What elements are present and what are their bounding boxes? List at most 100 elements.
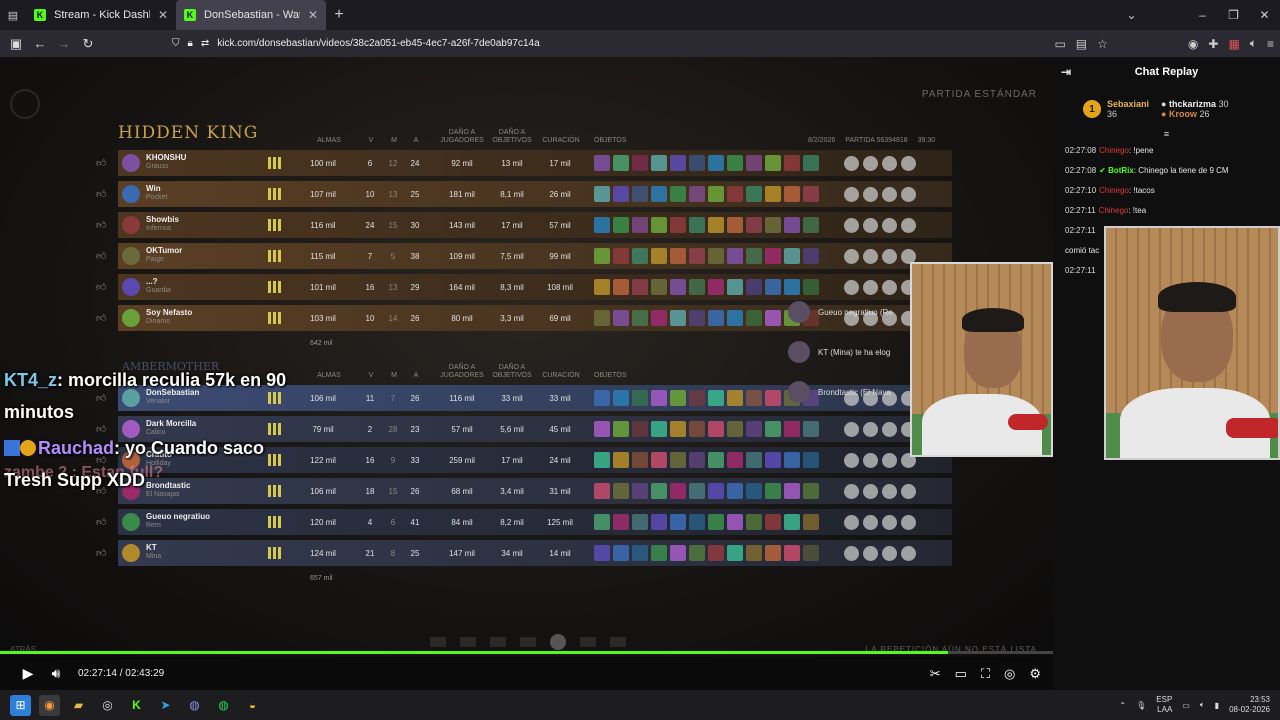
replay-prev-icon[interactable]: [430, 637, 446, 647]
item-icon[interactable]: [765, 514, 781, 530]
item-icon[interactable]: [765, 155, 781, 171]
item-icon[interactable]: [765, 248, 781, 264]
thumbs-up-icon[interactable]: 👍︎: [96, 312, 106, 324]
item-icon[interactable]: [632, 155, 648, 171]
item-icon[interactable]: [594, 514, 610, 530]
item-icon[interactable]: [689, 483, 705, 499]
item-icon[interactable]: [689, 421, 705, 437]
item-icon[interactable]: [613, 514, 629, 530]
item-icon[interactable]: [746, 155, 762, 171]
item-icon[interactable]: [803, 452, 819, 468]
item-icon[interactable]: [651, 421, 667, 437]
item-icon[interactable]: [708, 545, 724, 561]
thumbs-up-icon[interactable]: 👍︎: [96, 516, 106, 528]
item-icon[interactable]: [594, 310, 610, 326]
back-icon[interactable]: ←: [28, 36, 52, 51]
item-icon[interactable]: [689, 452, 705, 468]
microphone-icon[interactable]: 🎙︎: [1136, 701, 1146, 710]
item-icon[interactable]: [632, 217, 648, 233]
tab-list-icon[interactable]: ⌄: [1116, 0, 1147, 30]
speed-icon[interactable]: ◎: [1004, 666, 1015, 682]
menu-icon[interactable]: ≡: [1267, 37, 1274, 51]
battery-icon[interactable]: ▮: [1215, 701, 1219, 710]
item-icon[interactable]: [632, 186, 648, 202]
item-icon[interactable]: [594, 390, 610, 406]
tray-expand-icon[interactable]: ⌃: [1119, 701, 1126, 710]
item-icon[interactable]: [765, 545, 781, 561]
item-icon[interactable]: [727, 310, 743, 326]
reader-view-icon[interactable]: ▤: [1076, 37, 1087, 51]
item-icon[interactable]: [708, 514, 724, 530]
item-icon[interactable]: [613, 155, 629, 171]
bookmark-star-icon[interactable]: ☆: [1097, 37, 1108, 51]
item-icon[interactable]: [765, 279, 781, 295]
thumbs-up-icon[interactable]: 👍︎: [96, 188, 106, 200]
thumbs-up-icon[interactable]: 👍︎: [96, 157, 106, 169]
chat-username[interactable]: Chinego: [1099, 186, 1129, 195]
close-tab-icon[interactable]: ✕: [308, 8, 318, 22]
item-icon[interactable]: [727, 452, 743, 468]
item-icon[interactable]: [594, 545, 610, 561]
firefox-icon[interactable]: ◉: [39, 694, 60, 716]
item-icon[interactable]: [727, 545, 743, 561]
clock[interactable]: 23:53 08-02-2026: [1229, 695, 1270, 715]
item-icon[interactable]: [727, 390, 743, 406]
item-icon[interactable]: [784, 452, 800, 468]
maximize-icon[interactable]: ❐: [1218, 0, 1249, 30]
item-icon[interactable]: [670, 310, 686, 326]
address-bar[interactable]: ⛉ 🔒︎ ⇄ kick.com/donsebastian/videos/38c2…: [172, 38, 540, 49]
item-icon[interactable]: [765, 310, 781, 326]
url-text[interactable]: kick.com/donsebastian/videos/38c2a051-eb…: [217, 38, 539, 49]
play-icon[interactable]: ▶: [14, 665, 42, 682]
item-icon[interactable]: [632, 390, 648, 406]
fullscreen-icon[interactable]: ⛶: [981, 666, 990, 682]
item-icon[interactable]: [651, 545, 667, 561]
item-icon[interactable]: [784, 514, 800, 530]
video-progress-bar[interactable]: [0, 651, 1053, 654]
chat-username[interactable]: BotRix: [1108, 166, 1134, 175]
thumbs-up-icon[interactable]: 👍︎: [96, 250, 106, 262]
thumbs-up-icon[interactable]: 👍︎: [96, 219, 106, 231]
file-explorer-icon[interactable]: ▰: [68, 695, 89, 716]
lock-icon[interactable]: 🔒︎: [188, 38, 193, 49]
item-icon[interactable]: [765, 217, 781, 233]
item-icon[interactable]: [613, 217, 629, 233]
item-icon[interactable]: [670, 186, 686, 202]
item-icon[interactable]: [632, 483, 648, 499]
item-icon[interactable]: [803, 514, 819, 530]
item-icon[interactable]: [708, 217, 724, 233]
item-icon[interactable]: [784, 421, 800, 437]
forward-icon[interactable]: →: [52, 36, 76, 51]
new-tab-button[interactable]: +: [326, 6, 352, 24]
item-icon[interactable]: [670, 155, 686, 171]
item-icon[interactable]: [632, 452, 648, 468]
item-icon[interactable]: [727, 421, 743, 437]
scoreboard-tab-icon[interactable]: [550, 634, 566, 650]
item-icon[interactable]: [632, 545, 648, 561]
extension-badge-icon[interactable]: ▦: [1228, 37, 1239, 51]
item-icon[interactable]: [670, 217, 686, 233]
network-icon[interactable]: ▭: [1182, 701, 1190, 710]
item-icon[interactable]: [594, 452, 610, 468]
minimize-icon[interactable]: –: [1187, 0, 1218, 30]
obs-icon[interactable]: ◎: [97, 695, 118, 716]
item-icon[interactable]: [594, 186, 610, 202]
item-icon[interactable]: [689, 390, 705, 406]
item-icon[interactable]: [594, 155, 610, 171]
item-icon[interactable]: [613, 186, 629, 202]
item-icon[interactable]: [803, 155, 819, 171]
item-icon[interactable]: [651, 248, 667, 264]
item-icon[interactable]: [651, 483, 667, 499]
player-row[interactable]: 👍︎ OKTumor Paige 115 mil 7 5 38 109 mil 7,5 mil 9…: [96, 243, 952, 269]
item-icon[interactable]: [670, 514, 686, 530]
item-icon[interactable]: [708, 483, 724, 499]
player-row[interactable]: 👍︎ Showbis Infernus 116 mil 24 15 30 143 mil 17 …: [96, 212, 952, 238]
item-icon[interactable]: [708, 186, 724, 202]
item-icon[interactable]: [746, 514, 762, 530]
item-icon[interactable]: [803, 421, 819, 437]
item-icon[interactable]: [803, 248, 819, 264]
picture-in-picture-icon[interactable]: ▭: [1054, 37, 1065, 51]
shield-icon[interactable]: ⛉: [172, 38, 180, 49]
replay-icon[interactable]: [460, 637, 476, 647]
replay-next-icon[interactable]: [610, 637, 626, 647]
